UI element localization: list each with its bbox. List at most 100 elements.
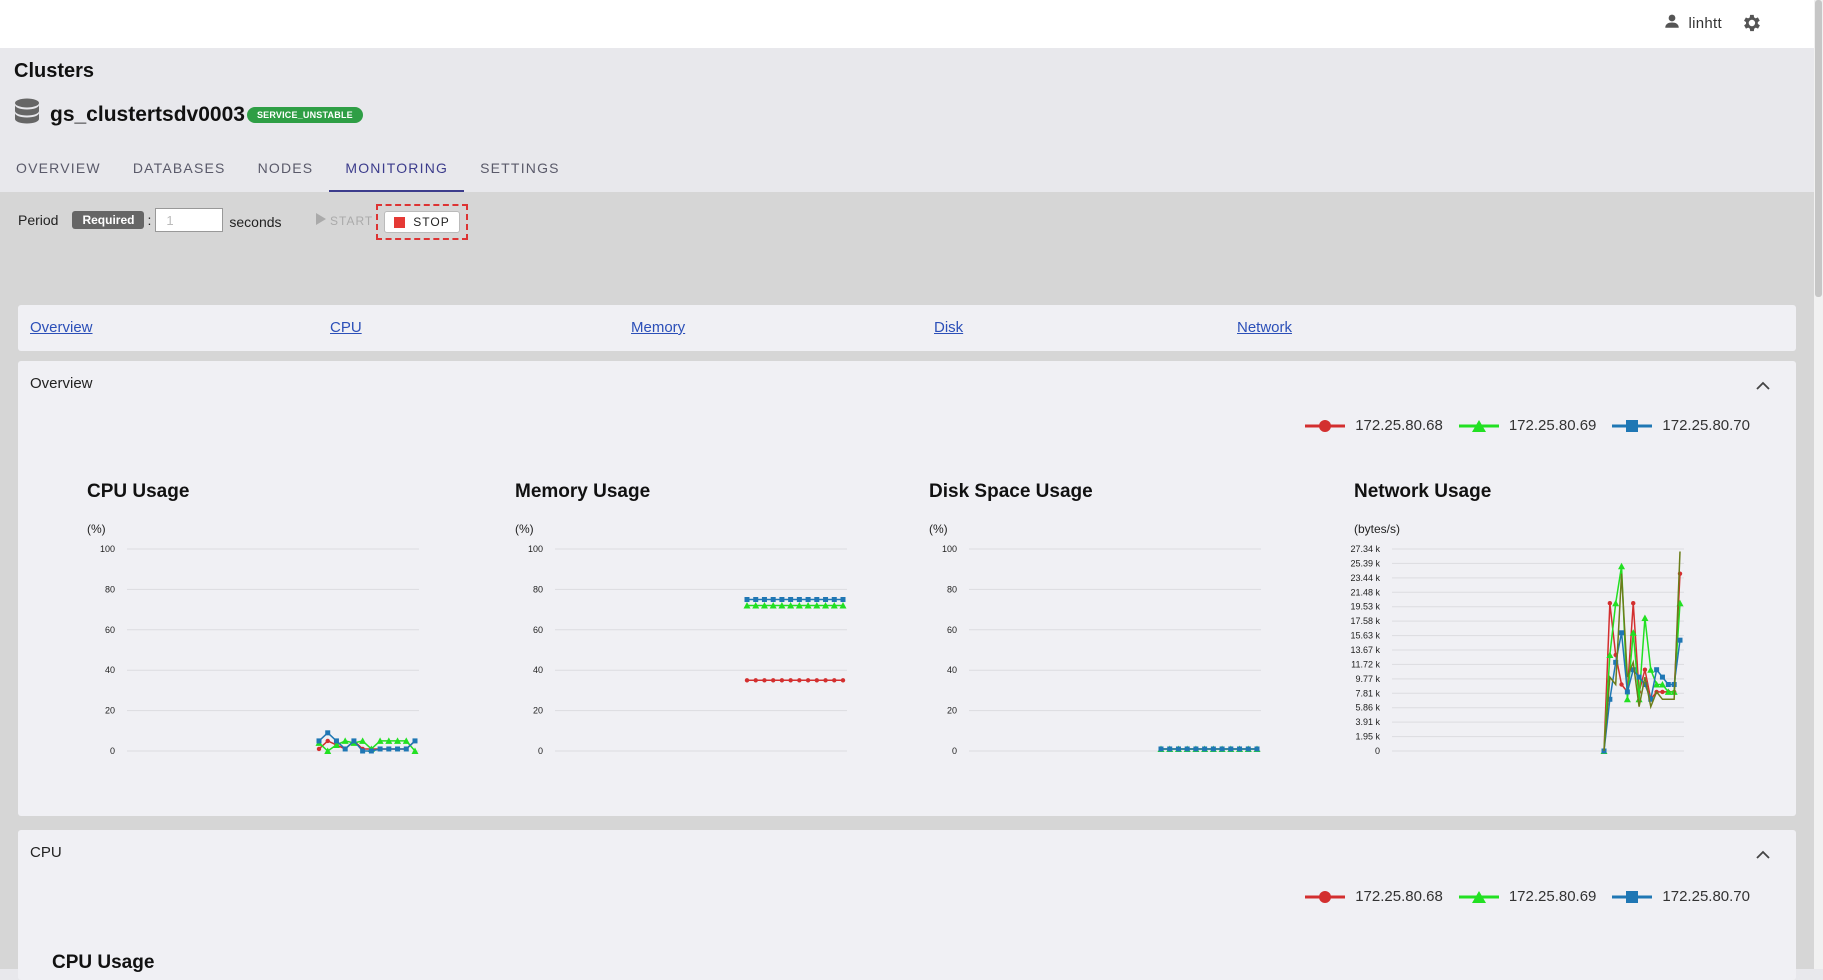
data-point (342, 746, 348, 752)
legend-item[interactable]: 172.25.80.68 (1305, 888, 1443, 905)
data-point (1612, 599, 1620, 607)
period-label: Period (18, 212, 59, 228)
chevron-up-icon[interactable] (1756, 377, 1770, 395)
y-tick-label: 100 (942, 544, 957, 554)
y-tick-label: 60 (105, 625, 115, 635)
nav-link-overview[interactable]: Overview (30, 319, 93, 336)
data-point (753, 597, 759, 602)
page-scrollbar[interactable] (1814, 0, 1823, 969)
memory-usage-chart: 100 80 60 40 20 0 (528, 544, 847, 756)
seconds-label: seconds (229, 214, 282, 230)
tab-bar: OVERVIEW DATABASES NODES MONITORING SETT… (0, 150, 576, 192)
y-tick-label: 20 (105, 706, 115, 716)
data-point (1619, 630, 1625, 636)
data-point (1619, 682, 1624, 687)
data-point (805, 678, 811, 683)
data-point (1631, 601, 1636, 606)
y-tick-label: 0 (538, 746, 543, 756)
y-tick-label: 60 (533, 625, 543, 635)
tab-nodes[interactable]: NODES (242, 150, 330, 192)
nav-link-cpu[interactable]: CPU (330, 319, 362, 336)
tab-overview[interactable]: OVERVIEW (0, 150, 117, 192)
chart-title: CPU Usage (52, 952, 155, 973)
chart-title: Disk Space Usage (929, 481, 1093, 502)
legend-label: 172.25.80.69 (1508, 888, 1597, 905)
legend-marker-square-icon (1612, 890, 1653, 903)
data-point (832, 678, 837, 683)
data-point (377, 746, 383, 752)
play-icon (316, 213, 326, 228)
nav-link-memory[interactable]: Memory (631, 319, 685, 336)
cpu-section: CPU 172.25.80.68 172.25.80.69 172.25.80.… (18, 830, 1796, 980)
section-title-overview: Overview (30, 375, 93, 392)
chart-y-unit: (%) (515, 522, 534, 536)
data-point (814, 678, 820, 683)
legend-item[interactable]: 172.25.80.69 (1458, 417, 1597, 434)
data-point (1245, 746, 1251, 752)
data-point (360, 748, 366, 754)
user-menu[interactable]: linhtt (1663, 12, 1723, 34)
data-point (823, 678, 828, 683)
data-point (831, 597, 837, 602)
start-button[interactable]: START (316, 213, 373, 228)
legend-item[interactable]: 172.25.80.68 (1305, 417, 1443, 434)
data-point (1636, 674, 1642, 680)
data-point (1228, 746, 1234, 752)
overview-section: Overview 172.25.80.68 172.25.80.69 172.2… (18, 361, 1796, 816)
data-point (1254, 746, 1260, 752)
y-tick-label: 60 (947, 625, 957, 635)
legend-label: 172.25.80.69 (1508, 417, 1597, 434)
legend-marker-triangle-icon (1458, 419, 1499, 432)
y-tick-label: 21.48 k (1350, 587, 1380, 597)
data-point (1607, 601, 1613, 606)
period-input[interactable] (155, 208, 224, 232)
legend-label: 172.25.80.68 (1355, 417, 1443, 434)
chevron-up-icon[interactable] (1756, 846, 1770, 864)
data-point (753, 678, 758, 683)
data-point (796, 597, 802, 602)
y-tick-label: 20 (533, 706, 543, 716)
data-point (1193, 746, 1199, 752)
data-point (351, 738, 357, 744)
series-line (1603, 566, 1681, 752)
y-tick-label: 19.53 k (1350, 602, 1380, 612)
data-point (770, 678, 776, 683)
data-point (359, 737, 367, 744)
chart-y-unit: (bytes/s) (1354, 522, 1401, 536)
data-point (788, 678, 793, 683)
y-tick-label: 40 (105, 665, 115, 675)
gear-icon[interactable] (1740, 12, 1762, 39)
legend-item[interactable]: 172.25.80.70 (1612, 888, 1750, 905)
data-point (386, 746, 392, 752)
database-icon (14, 98, 40, 131)
stop-button-label: STOP (413, 215, 450, 229)
data-point (1647, 666, 1655, 673)
cpu-usage-chart: 100 80 60 40 20 0 (100, 544, 419, 756)
username: linhtt (1688, 14, 1722, 32)
chart-y-unit: (%) (929, 522, 948, 536)
tab-settings[interactable]: SETTINGS (464, 150, 576, 192)
data-point (1654, 667, 1660, 673)
y-tick-label: 13.67 k (1350, 645, 1380, 655)
cluster-header: gs_clustertsdv0003 SERVICE_UNSTABLE (14, 98, 363, 131)
nav-link-disk[interactable]: Disk (934, 319, 963, 336)
nav-link-network[interactable]: Network (1237, 319, 1292, 336)
data-point (788, 597, 794, 602)
legend-marker-triangle-icon (1458, 890, 1499, 903)
data-point (1184, 746, 1190, 752)
data-point (1624, 689, 1630, 695)
tab-databases[interactable]: DATABASES (117, 150, 242, 192)
data-point (395, 746, 401, 752)
stop-button[interactable]: STOP (384, 211, 460, 233)
network-usage-chart: 27.34 k 25.39 k 23.44 k 21.48 k 19.53 k 17.58… (1350, 544, 1684, 756)
y-tick-label: 3.91 k (1355, 717, 1380, 727)
data-point (1623, 695, 1631, 703)
chart-title: Memory Usage (515, 481, 651, 502)
y-tick-label: 80 (533, 584, 543, 594)
tab-monitoring[interactable]: MONITORING (329, 150, 465, 192)
y-tick-label: 100 (100, 544, 115, 554)
legend-item[interactable]: 172.25.80.69 (1458, 888, 1597, 905)
data-point (1677, 637, 1683, 643)
y-tick-label: 0 (952, 746, 957, 756)
legend-item[interactable]: 172.25.80.70 (1612, 417, 1750, 434)
